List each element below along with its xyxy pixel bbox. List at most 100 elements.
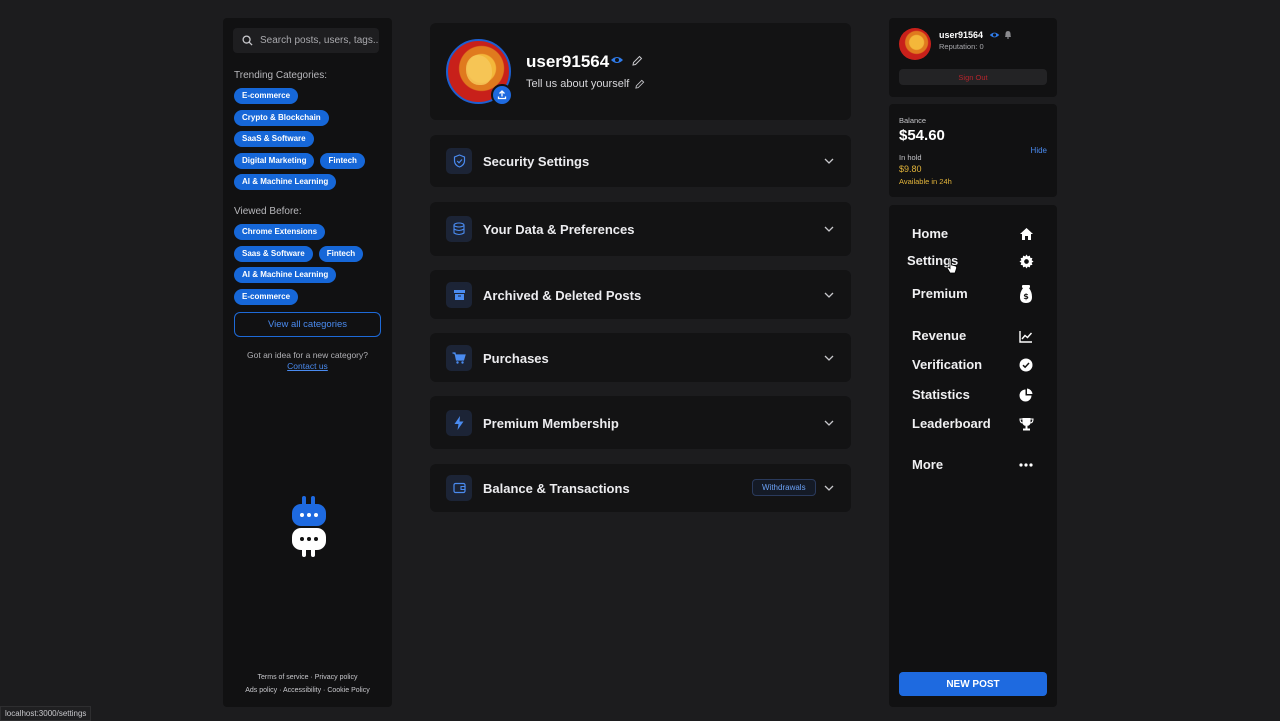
nav-revenue[interactable]: Revenue: [889, 325, 1057, 347]
eye-icon[interactable]: [989, 31, 1000, 39]
view-all-categories-button[interactable]: View all categories: [234, 312, 381, 337]
nav-panel: Home Settings Premium $ Revenue Verifica…: [889, 205, 1057, 707]
svg-text:$: $: [1023, 292, 1029, 301]
pie-chart-icon: [1017, 386, 1035, 404]
viewed-tags: Chrome Extensions Saas & Software Fintech…: [234, 224, 384, 310]
available-text: Available in 24h: [899, 177, 952, 186]
footer-links-1[interactable]: Terms of service · Privacy policy: [223, 674, 392, 681]
section-title: Premium Membership: [483, 416, 619, 431]
chart-line-icon: [1017, 327, 1035, 345]
tag-saas[interactable]: SaaS & Software: [234, 131, 314, 147]
bolt-icon: [446, 410, 472, 436]
search-input[interactable]: [260, 35, 378, 46]
profile-avatar[interactable]: [446, 39, 513, 106]
nav-label: Revenue: [912, 328, 967, 343]
check-circle-icon: [1017, 356, 1035, 374]
footer-links-2[interactable]: Ads policy · Accessibility · Cookie Poli…: [223, 687, 392, 694]
gear-icon: [1017, 252, 1035, 270]
section-title: Security Settings: [483, 154, 590, 169]
search-box[interactable]: [233, 28, 379, 53]
trending-tags: E-commerce Crypto & Blockchain SaaS & So…: [234, 88, 384, 196]
tag-ecommerce[interactable]: E-commerce: [234, 288, 299, 305]
balance-panel: Balance $54.60 In hold $9.80 Available i…: [889, 104, 1057, 197]
section-title: Balance & Transactions: [483, 481, 630, 496]
viewed-label: Viewed Before:: [234, 206, 302, 217]
app-logo-icon: [291, 496, 327, 563]
profile-username: user91564: [526, 52, 610, 71]
nav-verification[interactable]: Verification: [889, 354, 1057, 376]
nav-label: Verification: [912, 357, 983, 372]
nav-label: More: [912, 457, 944, 472]
balance-transactions-section[interactable]: Balance & Transactions Withdrawals: [430, 464, 851, 512]
search-icon: [242, 35, 253, 46]
chevron-down-icon[interactable]: [824, 158, 834, 164]
trending-label: Trending Categories:: [234, 70, 328, 81]
tag-saas[interactable]: Saas & Software: [234, 245, 313, 262]
trophy-icon: [1017, 415, 1035, 433]
tag-crypto[interactable]: Crypto & Blockchain: [234, 109, 329, 126]
sign-out-button[interactable]: Sign Out: [899, 69, 1047, 85]
nav-statistics[interactable]: Statistics: [889, 384, 1057, 406]
eye-icon[interactable]: [610, 55, 624, 65]
avatar[interactable]: [899, 28, 931, 60]
tag-digital-marketing[interactable]: Digital Marketing: [234, 152, 315, 169]
tag-ecommerce[interactable]: E-commerce: [234, 88, 299, 104]
chevron-down-icon[interactable]: [824, 226, 834, 232]
profile-card: user91564 Tell us about yourself: [430, 23, 851, 120]
user-name[interactable]: user91564: [939, 30, 983, 40]
tag-chrome-extensions[interactable]: Chrome Extensions: [234, 224, 326, 240]
shield-icon: [446, 148, 472, 174]
nav-more[interactable]: More: [889, 454, 1057, 476]
nav-label: Leaderboard: [912, 416, 991, 431]
purchases-section[interactable]: Purchases: [430, 333, 851, 382]
status-url: localhost:3000/settings: [0, 706, 92, 721]
section-title: Purchases: [483, 351, 549, 366]
section-title: Archived & Deleted Posts: [483, 288, 642, 303]
nav-label: Home: [912, 226, 949, 241]
idea-text: Got an idea for a new category?: [247, 350, 368, 360]
data-preferences-section[interactable]: Your Data & Preferences: [430, 202, 851, 256]
tag-fintech[interactable]: Fintech: [318, 245, 364, 262]
cart-icon: [446, 345, 472, 371]
nav-label: Premium: [912, 286, 968, 301]
chevron-down-icon[interactable]: [824, 292, 834, 298]
premium-membership-section[interactable]: Premium Membership: [430, 396, 851, 449]
edit-bio-icon[interactable]: [635, 79, 645, 89]
hold-amount: $9.80: [899, 164, 922, 174]
mouse-cursor-icon: [946, 258, 958, 274]
chevron-down-icon[interactable]: [824, 355, 834, 361]
security-settings-section[interactable]: Security Settings: [430, 135, 851, 187]
money-bag-icon: $: [1017, 285, 1035, 303]
hide-balance-link[interactable]: Hide: [1031, 146, 1047, 155]
tag-fintech[interactable]: Fintech: [320, 152, 365, 169]
bell-icon[interactable]: [1004, 30, 1012, 39]
wallet-icon: [446, 475, 472, 501]
nav-leaderboard[interactable]: Leaderboard: [889, 413, 1057, 435]
category-idea: Got an idea for a new category? Contact …: [223, 350, 392, 371]
upload-icon[interactable]: [491, 84, 513, 106]
archived-posts-section[interactable]: Archived & Deleted Posts: [430, 270, 851, 319]
tag-ai-ml[interactable]: AI & Machine Learning: [234, 174, 337, 190]
nav-label: Statistics: [912, 387, 970, 402]
contact-link[interactable]: Contact us: [223, 361, 392, 371]
dots-icon: [1017, 456, 1035, 474]
archive-icon: [446, 282, 472, 308]
home-icon: [1017, 225, 1035, 243]
reputation: Reputation: 0: [939, 42, 984, 51]
database-icon: [446, 216, 472, 242]
chevron-down-icon[interactable]: [824, 420, 834, 426]
profile-bio: Tell us about yourself: [526, 78, 630, 90]
left-sidebar: Trending Categories: E-commerce Crypto &…: [223, 18, 392, 707]
user-panel: user91564 Reputation: 0 Sign Out: [889, 18, 1057, 97]
tag-ai-ml[interactable]: AI & Machine Learning: [234, 267, 337, 283]
nav-home[interactable]: Home: [889, 223, 1057, 245]
nav-premium[interactable]: Premium $: [889, 283, 1057, 305]
withdrawals-button[interactable]: Withdrawals: [752, 479, 816, 496]
balance-label: Balance: [899, 116, 927, 125]
nav-settings[interactable]: Settings: [889, 250, 1057, 272]
chevron-down-icon[interactable]: [824, 485, 834, 491]
edit-username-icon[interactable]: [632, 55, 643, 66]
section-title: Your Data & Preferences: [483, 222, 635, 237]
new-post-button[interactable]: NEW POST: [899, 672, 1047, 696]
balance-amount: $54.60: [899, 127, 945, 144]
